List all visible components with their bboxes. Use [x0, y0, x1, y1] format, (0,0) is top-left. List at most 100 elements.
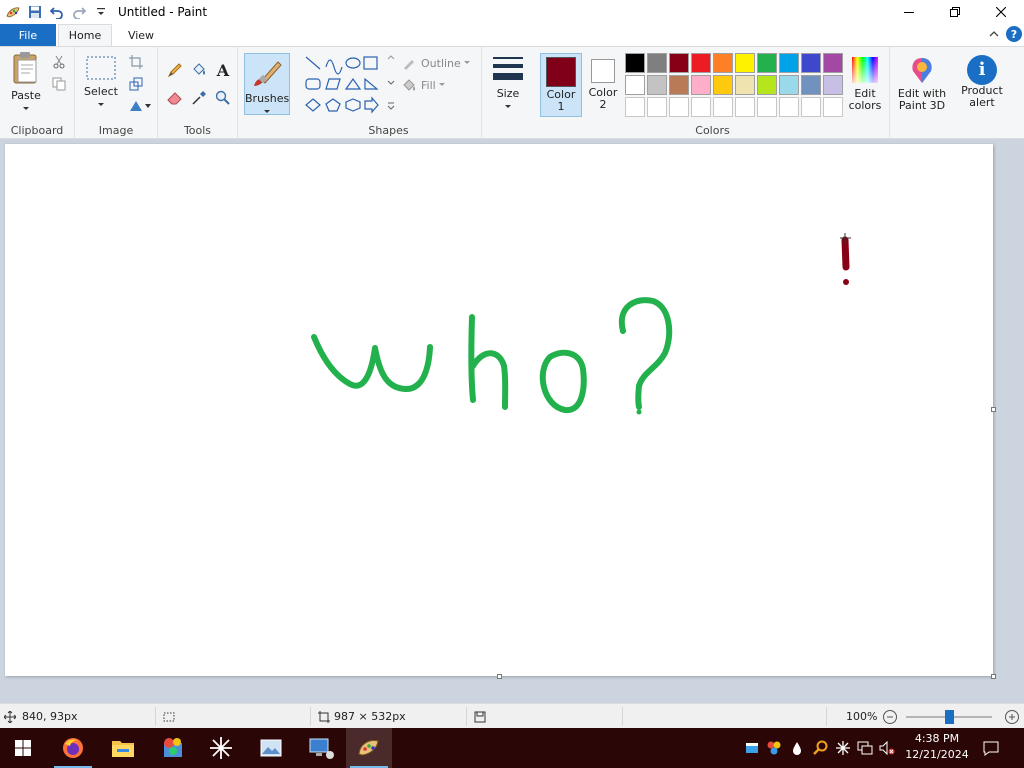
stroke-o — [539, 349, 587, 413]
network-icon[interactable] — [854, 741, 876, 755]
zoom-slider[interactable] — [906, 704, 1002, 729]
info-icon: i — [967, 55, 997, 85]
palette-swatch[interactable] — [713, 75, 733, 95]
resize-handle-corner[interactable] — [991, 674, 996, 679]
shapes-gallery[interactable] — [302, 53, 398, 119]
zoom-in-button[interactable] — [1004, 704, 1020, 729]
palette-custom-slot[interactable] — [757, 97, 777, 117]
palette-swatch[interactable] — [625, 75, 645, 95]
palette-swatch[interactable] — [669, 53, 689, 73]
taskbar-remote-desktop[interactable] — [298, 728, 344, 768]
color2-button[interactable]: Color 2 — [584, 53, 622, 117]
shapes-group: Outline Fill Shapes — [296, 47, 482, 140]
palette-custom-slot[interactable] — [735, 97, 755, 117]
start-button[interactable] — [0, 728, 46, 768]
taskbar-photos[interactable] — [248, 728, 294, 768]
palette-swatch[interactable] — [757, 53, 777, 73]
tab-file[interactable]: File — [0, 24, 56, 46]
taskbar-snowflake-app[interactable] — [198, 728, 244, 768]
palette-custom-slot[interactable] — [669, 97, 689, 117]
palette-swatch[interactable] — [625, 53, 645, 73]
palette-swatch[interactable] — [779, 75, 799, 95]
palette-swatch[interactable] — [757, 75, 777, 95]
save-icon[interactable] — [26, 3, 44, 21]
copy-icon[interactable] — [50, 75, 68, 93]
palette-swatch[interactable] — [713, 53, 733, 73]
pencil-icon[interactable] — [166, 61, 184, 79]
color-picker-icon[interactable] — [190, 89, 208, 107]
palette-custom-slot[interactable] — [691, 97, 711, 117]
tray-snowflake-icon[interactable] — [832, 741, 854, 755]
fill-button[interactable]: Fill — [402, 77, 446, 93]
zoom-out-button[interactable] — [882, 704, 898, 729]
canvas-size-icon — [318, 710, 330, 723]
collapse-ribbon-icon[interactable] — [988, 28, 1000, 40]
tray-app-icon[interactable] — [742, 741, 762, 755]
palette-swatch[interactable] — [647, 53, 667, 73]
taskbar-app-3[interactable] — [150, 728, 196, 768]
palette-custom-slot[interactable] — [713, 97, 733, 117]
zoom-slider-thumb[interactable] — [945, 709, 954, 724]
tab-view[interactable]: View — [116, 24, 166, 46]
size-icon — [493, 57, 523, 80]
resize-handle-right[interactable] — [991, 407, 996, 412]
palette-swatch[interactable] — [691, 53, 711, 73]
eraser-icon[interactable] — [166, 89, 184, 107]
help-icon[interactable]: ? — [1006, 26, 1022, 42]
palette-swatch[interactable] — [801, 53, 821, 73]
palette-swatch[interactable] — [647, 75, 667, 95]
tray-colorful-icon[interactable] — [762, 740, 786, 756]
palette-custom-slot[interactable] — [647, 97, 667, 117]
palette-custom-slot[interactable] — [625, 97, 645, 117]
canvas-workspace[interactable] — [0, 139, 1024, 703]
palette-swatch[interactable] — [669, 75, 689, 95]
taskbar-file-explorer[interactable] — [100, 728, 146, 768]
crop-icon[interactable] — [127, 53, 145, 71]
close-button[interactable] — [978, 0, 1024, 24]
palette-swatch[interactable] — [735, 53, 755, 73]
taskbar-paint[interactable] — [346, 728, 392, 768]
palette-custom-slot[interactable] — [801, 97, 821, 117]
palette-swatch[interactable] — [735, 75, 755, 95]
rotate-icon[interactable] — [127, 97, 153, 115]
redo-icon[interactable] — [70, 3, 88, 21]
size-button[interactable]: Size — [488, 55, 528, 113]
tab-home[interactable]: Home — [58, 24, 112, 46]
drawing-canvas[interactable] — [5, 144, 993, 676]
volume-muted-icon[interactable] — [876, 741, 898, 755]
text-tool-icon[interactable]: A — [214, 61, 232, 80]
palette-swatch[interactable] — [823, 53, 843, 73]
restore-button[interactable] — [932, 0, 978, 24]
minimize-button[interactable] — [886, 0, 932, 24]
palette-custom-slot[interactable] — [779, 97, 799, 117]
tray-search-icon[interactable] — [808, 740, 832, 756]
palette-swatch[interactable] — [801, 75, 821, 95]
paint-app-icon[interactable] — [4, 3, 22, 21]
edit-with-paint3d-button[interactable]: Edit with Paint 3D — [894, 55, 950, 112]
product-alert-button[interactable]: i Product alert — [956, 55, 1008, 109]
palette-swatch[interactable] — [691, 75, 711, 95]
edit-colors-button[interactable]: Edit colors — [842, 55, 888, 112]
system-clock[interactable]: 4:38 PM 12/21/2024 — [904, 731, 970, 763]
magnifier-icon[interactable] — [214, 89, 232, 107]
palette-swatch[interactable] — [779, 53, 799, 73]
taskbar-firefox[interactable] — [50, 728, 96, 768]
resize-icon[interactable] — [127, 75, 145, 93]
resize-handle-bottom[interactable] — [497, 674, 502, 679]
brushes-button[interactable]: Brushes — [244, 53, 290, 115]
undo-icon[interactable] — [48, 3, 66, 21]
cut-icon[interactable] — [50, 53, 68, 71]
tray-drop-icon[interactable] — [786, 741, 808, 755]
palette-swatch[interactable] — [823, 75, 843, 95]
select-button[interactable]: Select — [81, 55, 121, 111]
shapes-scrollbar[interactable] — [386, 53, 396, 113]
customize-toolbar-icon[interactable] — [92, 3, 110, 21]
notifications-button[interactable] — [970, 728, 1012, 768]
outline-button[interactable]: Outline — [402, 55, 471, 71]
paste-button[interactable]: Paste — [4, 51, 48, 115]
palette-custom-slot[interactable] — [823, 97, 843, 117]
stroke-h-stem — [468, 314, 476, 403]
brushes-dropdown-icon — [264, 110, 270, 113]
color1-button[interactable]: Color 1 — [540, 53, 582, 117]
fill-bucket-icon[interactable] — [190, 61, 208, 79]
